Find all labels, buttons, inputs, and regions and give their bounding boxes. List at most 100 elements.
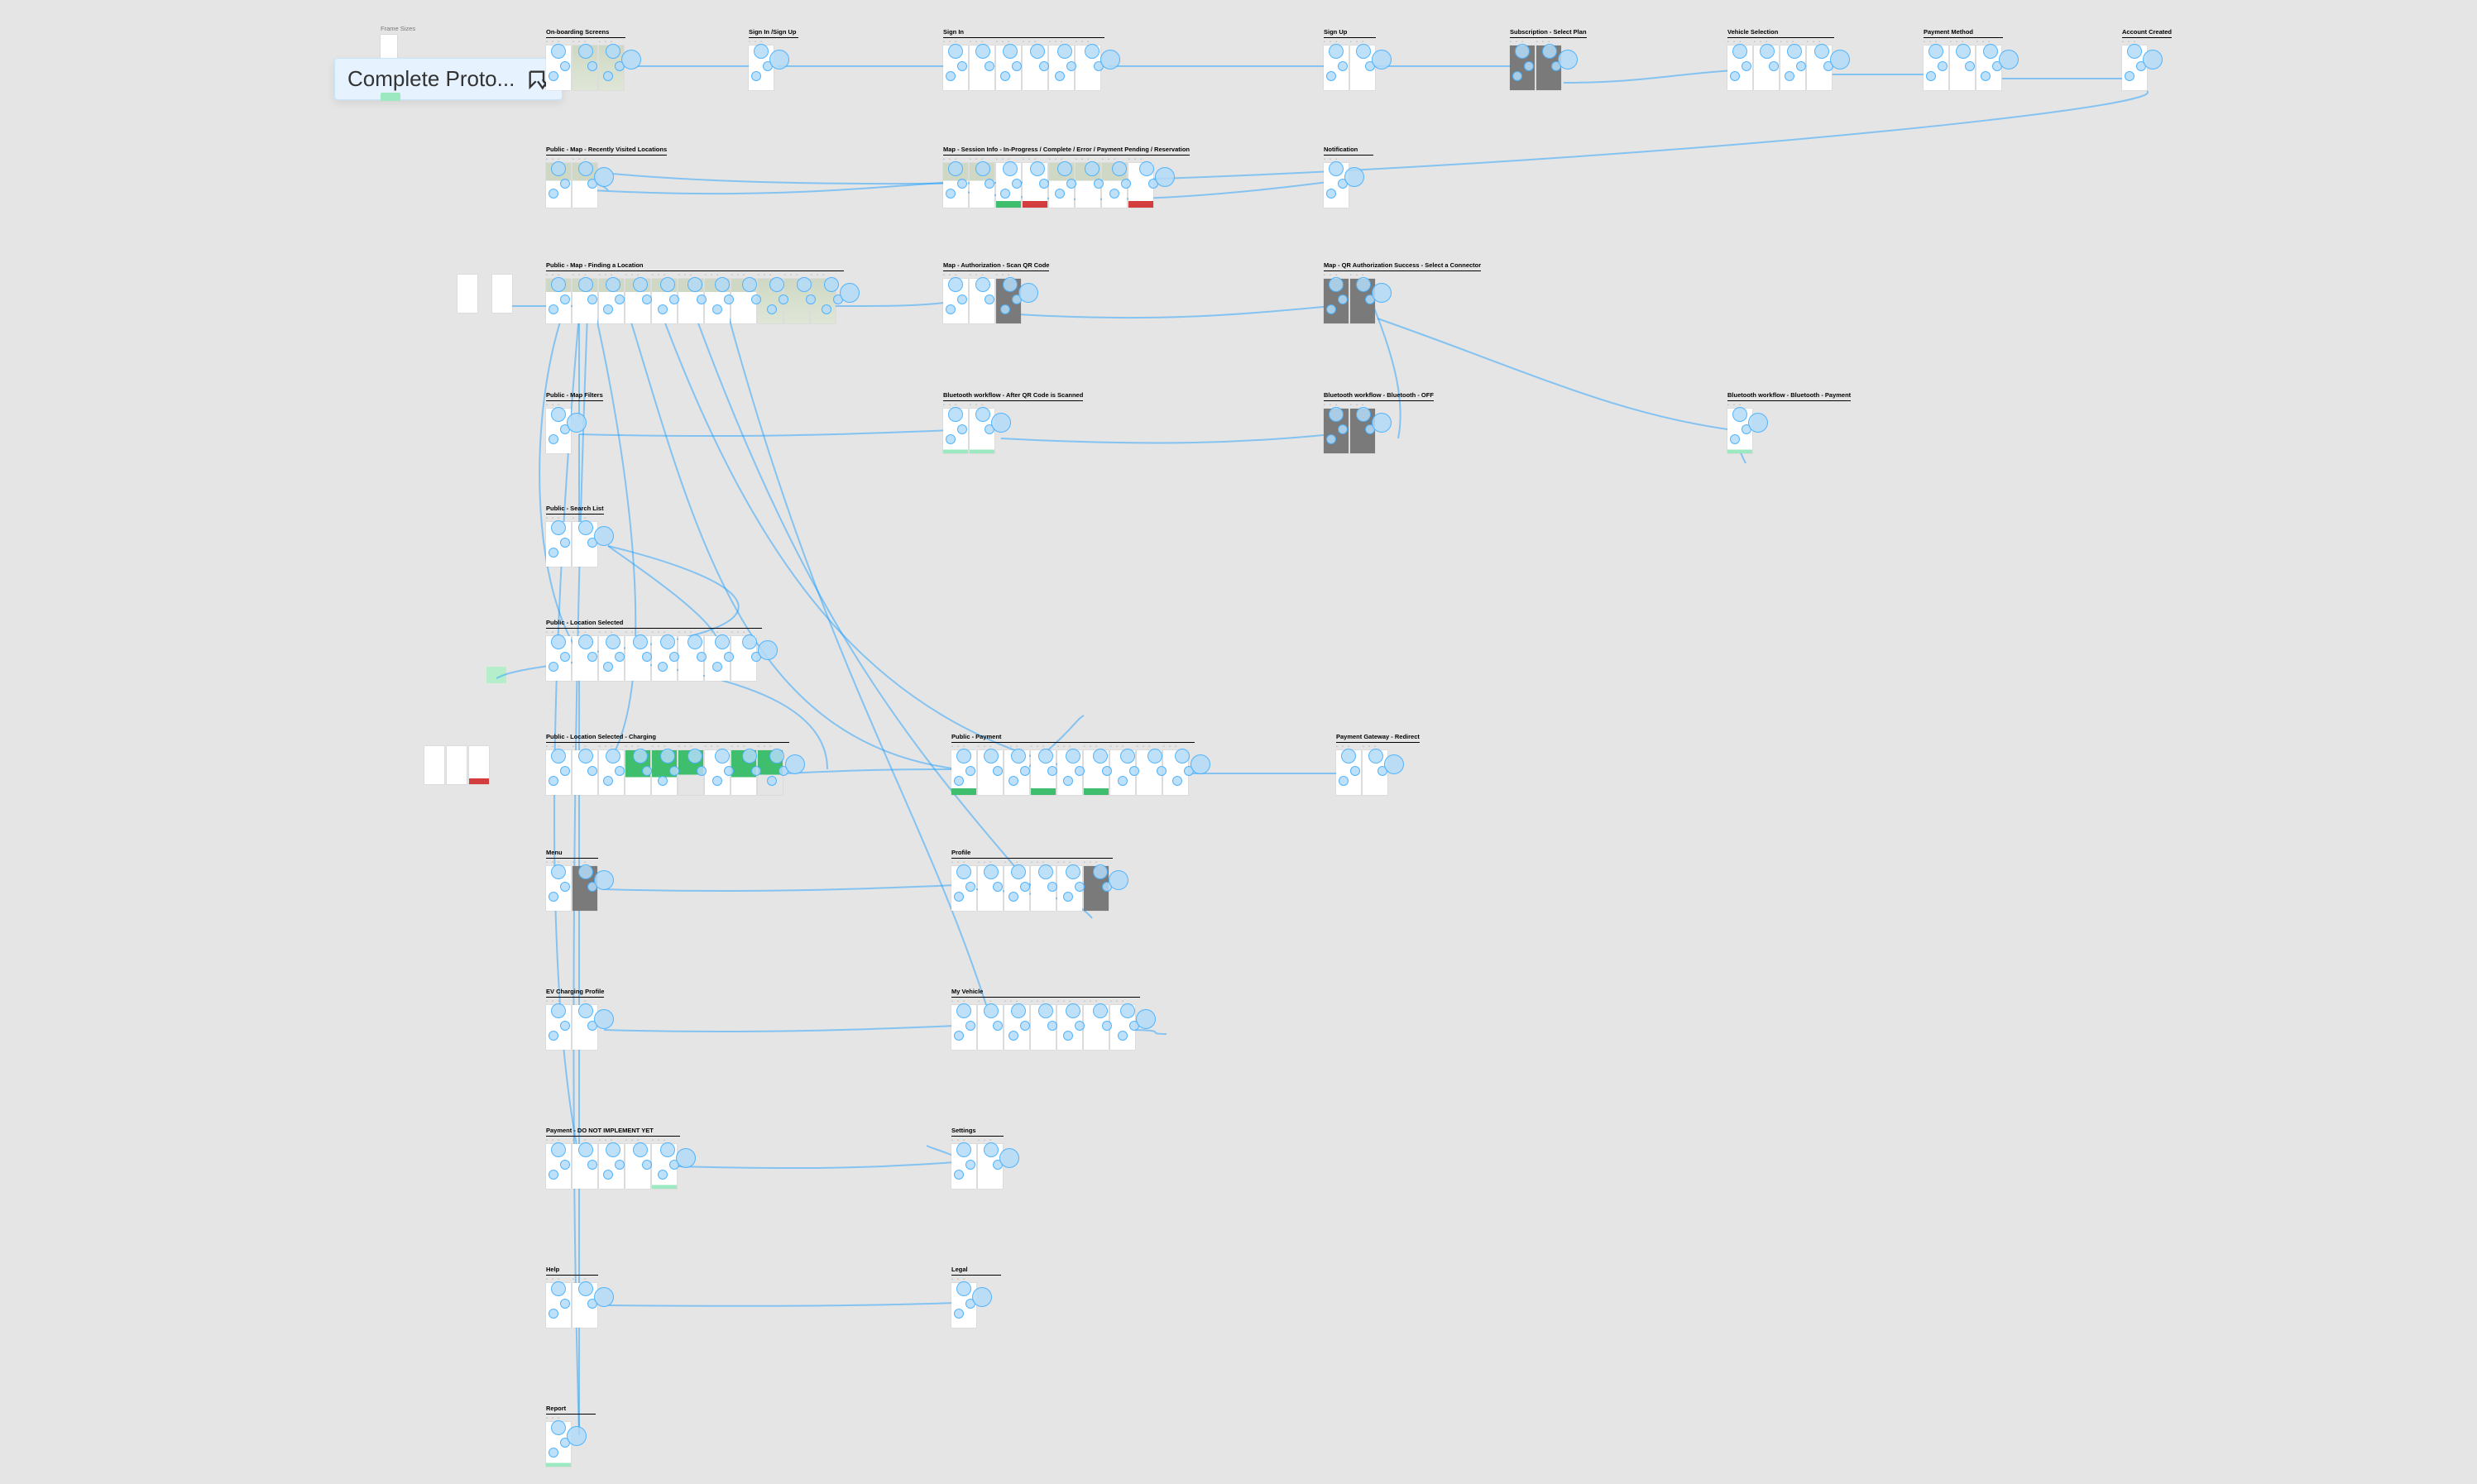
app-frame[interactable] — [1023, 163, 1047, 208]
app-frame[interactable] — [2122, 45, 2147, 90]
app-frame[interactable] — [970, 409, 994, 453]
app-frame[interactable] — [573, 163, 597, 208]
app-frame[interactable] — [1084, 1005, 1109, 1050]
app-frame[interactable] — [573, 636, 597, 681]
app-frame[interactable] — [1057, 1005, 1082, 1050]
app-frame[interactable] — [749, 45, 774, 90]
app-frame[interactable] — [1324, 163, 1349, 208]
app-frame[interactable] — [996, 279, 1021, 323]
app-frame[interactable] — [546, 866, 571, 911]
app-frame[interactable] — [573, 522, 597, 567]
app-frame[interactable] — [599, 750, 624, 795]
app-frame[interactable] — [1023, 45, 1047, 90]
app-frame[interactable] — [625, 750, 650, 795]
app-frame[interactable] — [546, 279, 571, 323]
app-frame[interactable] — [1057, 750, 1082, 795]
app-frame[interactable] — [784, 279, 809, 323]
app-frame[interactable] — [573, 45, 597, 90]
app-frame[interactable] — [1076, 163, 1100, 208]
app-frame[interactable] — [1076, 45, 1100, 90]
app-frame[interactable] — [424, 746, 444, 784]
app-frame[interactable] — [573, 279, 597, 323]
app-frame[interactable] — [943, 163, 968, 208]
app-frame[interactable] — [978, 1005, 1003, 1050]
app-frame[interactable] — [573, 1005, 597, 1050]
app-frame[interactable] — [951, 750, 976, 795]
app-frame[interactable] — [1536, 45, 1561, 90]
app-frame[interactable] — [678, 750, 703, 795]
app-frame[interactable] — [1324, 279, 1349, 323]
app-frame[interactable] — [546, 1283, 571, 1328]
app-frame[interactable] — [1057, 866, 1082, 911]
app-frame[interactable] — [731, 750, 756, 795]
app-frame[interactable] — [1004, 866, 1029, 911]
app-frame[interactable] — [758, 750, 783, 795]
app-frame[interactable] — [546, 409, 571, 453]
app-frame[interactable] — [1004, 1005, 1029, 1050]
app-frame[interactable] — [731, 636, 756, 681]
app-frame[interactable] — [678, 279, 703, 323]
app-frame[interactable] — [705, 636, 730, 681]
app-frame[interactable] — [1350, 279, 1375, 323]
app-frame[interactable] — [996, 45, 1021, 90]
figma-canvas[interactable]: Frame Sizes Complete Proto... — [0, 0, 2477, 1484]
app-frame[interactable] — [546, 636, 571, 681]
app-frame[interactable] — [1754, 45, 1779, 90]
app-frame[interactable] — [1084, 866, 1109, 911]
app-frame[interactable] — [625, 636, 650, 681]
app-frame[interactable] — [573, 1283, 597, 1328]
app-frame[interactable] — [1031, 1005, 1056, 1050]
app-frame[interactable] — [625, 1144, 650, 1189]
app-frame[interactable] — [1363, 750, 1387, 795]
app-frame[interactable] — [943, 279, 968, 323]
app-frame[interactable] — [970, 45, 994, 90]
app-frame[interactable] — [978, 866, 1003, 911]
app-frame[interactable] — [1336, 750, 1361, 795]
app-frame[interactable] — [573, 750, 597, 795]
app-frame[interactable] — [1950, 45, 1975, 90]
app-frame[interactable] — [599, 1144, 624, 1189]
app-frame[interactable] — [678, 636, 703, 681]
app-frame[interactable] — [1163, 750, 1188, 795]
app-frame[interactable] — [546, 750, 571, 795]
app-frame[interactable] — [546, 45, 571, 90]
app-frame[interactable] — [1031, 750, 1056, 795]
app-frame[interactable] — [652, 636, 677, 681]
app-frame[interactable] — [951, 866, 976, 911]
app-frame[interactable] — [573, 1144, 597, 1189]
annotation-sticky[interactable] — [486, 667, 506, 683]
app-frame[interactable] — [951, 1283, 976, 1328]
app-frame[interactable] — [1350, 45, 1375, 90]
app-frame[interactable] — [599, 45, 624, 90]
app-frame[interactable] — [625, 279, 650, 323]
app-frame[interactable] — [951, 1144, 976, 1189]
app-frame[interactable] — [469, 746, 489, 784]
app-frame[interactable] — [652, 750, 677, 795]
app-frame[interactable] — [943, 409, 968, 453]
app-frame[interactable] — [1350, 409, 1375, 453]
app-frame[interactable] — [731, 279, 756, 323]
app-frame[interactable] — [1110, 750, 1135, 795]
app-frame[interactable] — [1324, 409, 1349, 453]
app-frame[interactable] — [1324, 45, 1349, 90]
app-frame[interactable] — [951, 1005, 976, 1050]
app-frame[interactable] — [546, 1144, 571, 1189]
app-frame[interactable] — [546, 1422, 571, 1467]
app-frame[interactable] — [573, 866, 597, 911]
app-frame[interactable] — [1049, 163, 1074, 208]
flow-starting-point-pill[interactable]: Complete Proto... — [334, 58, 563, 100]
app-frame[interactable] — [492, 275, 512, 313]
app-frame[interactable] — [1727, 45, 1752, 90]
app-frame[interactable] — [1004, 750, 1029, 795]
app-frame[interactable] — [943, 45, 968, 90]
app-frame[interactable] — [1727, 409, 1752, 453]
app-frame[interactable] — [970, 163, 994, 208]
app-frame[interactable] — [1510, 45, 1535, 90]
app-frame[interactable] — [1102, 163, 1127, 208]
app-frame[interactable] — [996, 163, 1021, 208]
app-frame[interactable] — [1049, 45, 1074, 90]
app-frame[interactable] — [546, 522, 571, 567]
app-frame[interactable] — [546, 1005, 571, 1050]
app-frame[interactable] — [1807, 45, 1832, 90]
app-frame[interactable] — [546, 163, 571, 208]
